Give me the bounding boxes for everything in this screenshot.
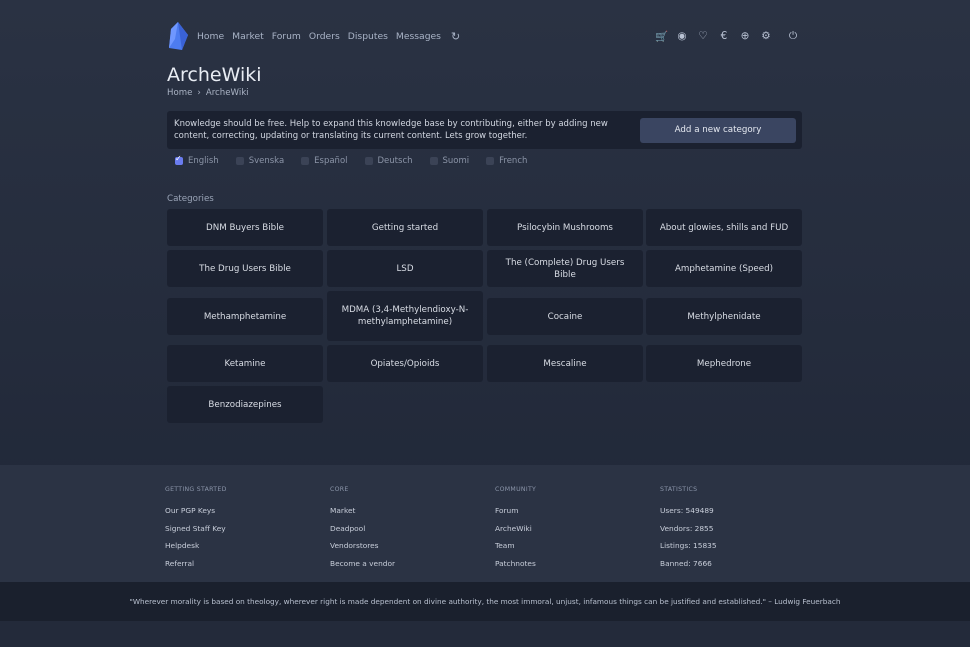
currency-icon[interactable]: € <box>718 30 730 42</box>
checkbox-icon[interactable] <box>486 157 495 165</box>
nav-home[interactable]: Home <box>197 31 224 42</box>
add-category-button[interactable]: Add a new category <box>640 117 796 143</box>
nav-forum[interactable]: Forum <box>272 31 301 42</box>
heart-icon[interactable]: ♡ <box>697 30 709 42</box>
footer-link[interactable]: Become a vendor <box>330 559 395 568</box>
checkbox-icon[interactable] <box>429 157 438 165</box>
footer-link[interactable]: Signed Staff Key <box>165 524 227 533</box>
footer-heading: GETTING STARTED <box>165 486 227 493</box>
language-filter: English Svenska Español Deutsch Suomi Fr… <box>175 154 544 166</box>
main-nav: Home Market Forum Orders Disputes Messag… <box>197 30 460 43</box>
language-deutsch[interactable]: Deutsch <box>364 156 413 166</box>
breadcrumb: Home › ArcheWiki <box>167 88 249 98</box>
breadcrumb-home[interactable]: Home <box>167 88 192 98</box>
footer-link[interactable]: Patchnotes <box>495 559 536 568</box>
footer-link[interactable]: Deadpool <box>330 524 395 533</box>
category-tile[interactable]: Methylphenidate <box>646 298 802 335</box>
category-tile[interactable]: Benzodiazepines <box>167 386 323 423</box>
language-english[interactable]: English <box>175 154 219 166</box>
category-tile[interactable]: DNM Buyers Bible <box>167 209 323 246</box>
footer-link[interactable]: Referral <box>165 559 227 568</box>
category-tile[interactable]: Psilocybin Mushrooms <box>487 209 643 246</box>
page-bottom <box>0 621 970 647</box>
category-tile[interactable]: Amphetamine (Speed) <box>646 250 802 287</box>
category-tile[interactable]: The Drug Users Bible <box>167 250 323 287</box>
notice-text: Knowledge should be free. Help to expand… <box>174 119 608 141</box>
footer-heading: COMMUNITY <box>495 486 537 493</box>
page-title: ArcheWiki <box>167 64 262 86</box>
footer-column-community: COMMUNITY Forum ArcheWiki Team Patchnote… <box>495 486 536 576</box>
category-tile[interactable]: Opiates/Opioids <box>327 345 483 382</box>
category-tile[interactable]: Methamphetamine <box>167 298 323 335</box>
footer-heading: CORE <box>330 486 349 493</box>
nav-market[interactable]: Market <box>232 31 264 42</box>
category-tile[interactable]: Getting started <box>327 209 483 246</box>
checkbox-icon[interactable] <box>301 157 310 165</box>
footer: GETTING STARTED Our PGP Keys Signed Staf… <box>0 465 970 582</box>
logo-icon[interactable] <box>167 21 189 51</box>
footer-column-core: CORE Market Deadpool Vendorstores Become… <box>330 486 395 576</box>
stat-banned: Banned: 7666 <box>660 558 712 568</box>
quote-bar: "Wherever morality is based on theology,… <box>0 582 970 621</box>
category-tile[interactable]: Cocaine <box>487 298 643 335</box>
top-navigation: Home Market Forum Orders Disputes Messag… <box>167 18 799 54</box>
category-tile[interactable]: The (Complete) Drug Users Bible <box>487 250 643 287</box>
footer-link[interactable]: Helpdesk <box>165 541 227 550</box>
checkbox-icon[interactable] <box>364 157 373 165</box>
header-icons: 🛒 ◉ ♡ € ⊕ ⚙ ⏻ <box>655 30 799 43</box>
language-french[interactable]: French <box>486 156 527 166</box>
breadcrumb-current[interactable]: ArcheWiki <box>206 88 249 98</box>
language-svenska[interactable]: Svenska <box>235 156 284 166</box>
categories-heading: Categories <box>167 194 214 204</box>
category-tile[interactable]: About glowies, shills and FUD <box>646 209 802 246</box>
language-espanol[interactable]: Español <box>301 156 348 166</box>
stat-listings: Listings: 15835 <box>660 541 717 550</box>
contribution-notice: Knowledge should be free. Help to expand… <box>167 111 802 149</box>
user-icon[interactable]: ◉ <box>676 30 688 42</box>
category-tile[interactable]: Mescaline <box>487 345 643 382</box>
category-tile[interactable]: Ketamine <box>167 345 323 382</box>
footer-link[interactable]: Forum <box>495 506 536 515</box>
breadcrumb-separator-icon: › <box>197 88 201 98</box>
cart-icon[interactable]: 🛒 <box>655 30 668 43</box>
checkbox-icon[interactable] <box>235 157 244 165</box>
checkbox-icon[interactable] <box>175 154 183 165</box>
footer-link[interactable]: Our PGP Keys <box>165 506 227 515</box>
power-icon[interactable]: ⏻ <box>787 30 799 43</box>
footer-heading: STATISTICS <box>660 486 698 493</box>
category-tile[interactable]: Mephedrone <box>646 345 802 382</box>
footer-quote: "Wherever morality is based on theology,… <box>129 597 841 606</box>
footer-column-statistics: STATISTICS Users: 549489 Vendors: 2855 L… <box>660 486 717 576</box>
nav-messages[interactable]: Messages <box>396 31 441 42</box>
language-suomi[interactable]: Suomi <box>429 156 469 166</box>
footer-column-getting-started: GETTING STARTED Our PGP Keys Signed Staf… <box>165 486 227 576</box>
footer-link[interactable]: Team <box>495 541 536 550</box>
footer-link[interactable]: ArcheWiki <box>495 524 536 533</box>
support-icon[interactable]: ⊕ <box>739 30 751 42</box>
stat-users: Users: 549489 <box>660 506 714 515</box>
nav-orders[interactable]: Orders <box>309 31 340 42</box>
nav-disputes[interactable]: Disputes <box>348 31 388 42</box>
settings-icon[interactable]: ⚙ <box>760 30 772 42</box>
footer-link[interactable]: Market <box>330 506 395 515</box>
category-tile[interactable]: LSD <box>327 250 483 287</box>
category-tile[interactable]: MDMA (3,4-Methylendioxy-N-methylamphetam… <box>327 291 483 341</box>
stat-vendors: Vendors: 2855 <box>660 523 714 533</box>
footer-link[interactable]: Vendorstores <box>330 541 395 550</box>
refresh-icon[interactable]: ↻ <box>451 30 460 43</box>
